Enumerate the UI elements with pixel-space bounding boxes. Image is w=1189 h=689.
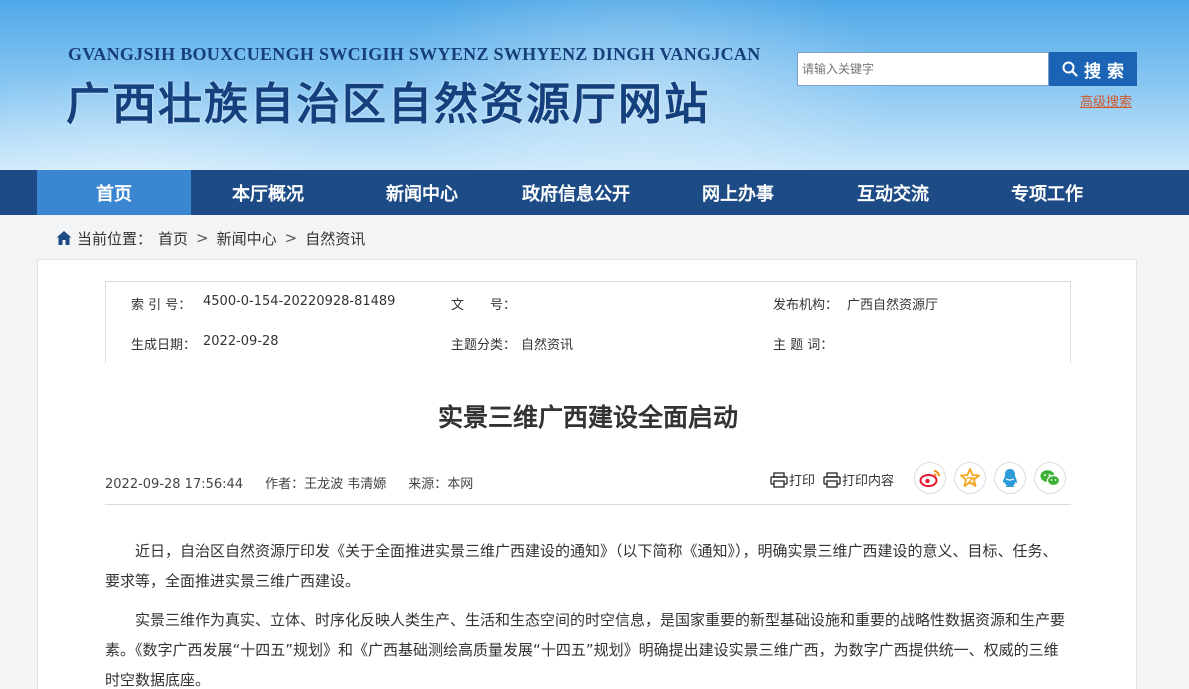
article-paragraph: 近日，自治区自然资源厅印发《关于全面推进实景三维广西建设的通知》（以下简称《通知… — [105, 542, 1058, 590]
nav-item-news[interactable]: 新闻中心 — [345, 170, 499, 215]
search-icon — [1062, 61, 1078, 77]
article-info: 2022-09-28 17:56:44 作者：王龙波 韦清嫄 来源：本网 — [105, 473, 495, 492]
meta-index-label: 索 引 号： — [131, 298, 192, 313]
share-qq-button[interactable] — [994, 462, 1026, 494]
print-content-button[interactable]: 打印内容 — [823, 470, 894, 489]
share-wechat-button[interactable] — [1034, 462, 1066, 494]
article-datetime: 2022-09-28 17:56:44 — [105, 477, 244, 492]
nav-item-interaction[interactable]: 互动交流 — [816, 170, 970, 215]
print-label: 打印 — [789, 474, 816, 489]
nav-item-online-service[interactable]: 网上办事 — [661, 170, 815, 215]
meta-category-label: 主题分类： — [451, 338, 517, 353]
weibo-icon — [919, 470, 940, 487]
search-input[interactable] — [797, 52, 1049, 86]
meta-date-value: 2022-09-28 — [203, 334, 279, 349]
nav-item-gov-info[interactable]: 政府信息公开 — [499, 170, 653, 215]
favorite-star-icon — [960, 468, 980, 487]
article-source: 本网 — [447, 477, 474, 492]
meta-category-value: 自然资讯 — [521, 338, 574, 353]
search-button[interactable]: 搜 索 — [1049, 52, 1137, 86]
breadcrumb-separator: > — [284, 229, 298, 247]
meta-publisher-value: 广西自然资源厅 — [847, 298, 939, 313]
nav-item-about[interactable]: 本厅概况 — [191, 170, 345, 215]
meta-date-label: 生成日期： — [131, 338, 197, 353]
search-button-label: 搜 索 — [1084, 61, 1124, 82]
nav-item-special[interactable]: 专项工作 — [970, 170, 1124, 215]
article-source-label: 来源： — [408, 477, 448, 492]
article-author: 王龙波 韦清嫄 — [304, 477, 387, 492]
meta-index-value: 4500-0-154-20220928-81489 — [203, 294, 396, 309]
site-title[interactable]: 广西壮族自治区自然资源厅网站 — [66, 68, 710, 132]
article-body: 近日，自治区自然资源厅印发《关于全面推进实景三维广西建设的通知》（以下简称《通知… — [105, 536, 1071, 689]
meta-keywords-label: 主 题 词： — [773, 338, 834, 353]
article-meta-table: 索 引 号： 4500-0-154-20220928-81489 文 号： 发布… — [105, 281, 1071, 363]
site-header: GVANGJSIH BOUXCUENGH SWCIGIH SWYENZ SWHY… — [0, 0, 1189, 170]
article-tools: 打印 打印内容 — [770, 470, 902, 489]
print-content-label: 打印内容 — [842, 474, 895, 489]
meta-docno-label: 文 号： — [451, 298, 517, 313]
breadcrumb-nature-info[interactable]: 自然资讯 — [305, 228, 365, 249]
share-favorite-button[interactable] — [954, 462, 986, 494]
nav-item-home[interactable]: 首页 — [37, 170, 191, 215]
main-nav: 首页 本厅概况 新闻中心 政府信息公开 网上办事 互动交流 专项工作 — [0, 170, 1189, 215]
advanced-search-link[interactable]: 高级搜索 — [1080, 91, 1132, 110]
article-panel: 索 引 号： 4500-0-154-20220928-81489 文 号： 发布… — [37, 259, 1137, 689]
wechat-icon — [1040, 470, 1061, 487]
breadcrumb-separator: > — [196, 229, 209, 247]
print-button[interactable]: 打印 — [770, 470, 815, 489]
site-subtitle: GVANGJSIH BOUXCUENGH SWCIGIH SWYENZ SWHY… — [68, 44, 761, 64]
breadcrumb: 当前位置： 首页 > 新闻中心 > 自然资讯 — [55, 226, 365, 250]
article-author-label: 作者： — [265, 477, 305, 492]
article-title: 实景三维广西建设全面启动 — [437, 403, 738, 432]
qq-icon — [1002, 469, 1018, 487]
printer-icon — [770, 471, 788, 488]
article-divider — [105, 504, 1071, 505]
breadcrumb-prefix: 当前位置： — [77, 229, 153, 248]
meta-publisher-label: 发布机构： — [773, 298, 839, 313]
printer-icon — [823, 471, 841, 488]
breadcrumb-news[interactable]: 新闻中心 — [217, 228, 277, 249]
home-icon — [56, 231, 72, 245]
article-paragraph: 实景三维作为真实、立体、时序化反映人类生产、生活和生态空间的时空信息，是国家重要… — [105, 611, 1066, 689]
breadcrumb-home[interactable]: 首页 — [158, 228, 188, 249]
share-weibo-button[interactable] — [914, 462, 946, 494]
